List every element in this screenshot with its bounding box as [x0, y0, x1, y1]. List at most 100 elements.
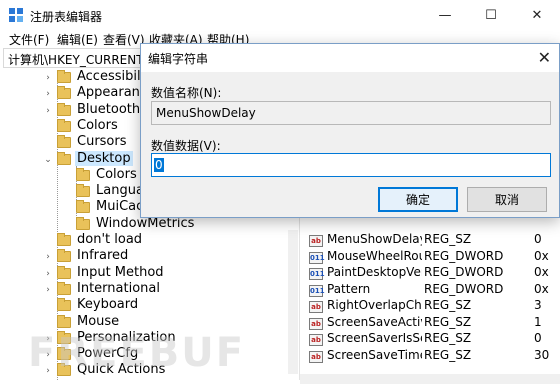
string-value-icon: ab: [309, 350, 323, 363]
binary-value-icon: 011: [309, 251, 325, 264]
close-icon: ✕: [531, 7, 543, 23]
folder-icon: [57, 118, 71, 132]
value-data: 0x: [534, 281, 549, 296]
string-value-icon: ab: [309, 301, 323, 313]
tree-item-label: Colors: [77, 117, 118, 133]
binary-value-icon: 011: [309, 268, 325, 280]
close-button[interactable]: ✕: [514, 0, 560, 30]
value-row[interactable]: 011 Pattern REG_DWORD 0x: [305, 281, 560, 299]
maximize-icon: ☐: [485, 7, 497, 23]
folder-icon: [76, 200, 90, 214]
dialog-title-bar[interactable]: 编辑字符串 ✕: [141, 44, 559, 72]
folder-icon: [57, 135, 71, 149]
watermark: FREEBUF: [28, 330, 246, 376]
value-type: REG_SZ: [424, 331, 472, 345]
folder-icon: [57, 249, 71, 263]
chevron-right-icon[interactable]: ›: [43, 70, 53, 86]
dialog-title: 编辑字符串: [148, 52, 209, 66]
folder-icon: [57, 70, 71, 83]
value-type: REG_SZ: [424, 298, 472, 312]
value-type: REG_DWORD: [424, 281, 504, 296]
chevron-right-icon[interactable]: ›: [43, 86, 53, 102]
folder-icon: [57, 298, 71, 312]
tree-item-label: International: [77, 280, 160, 296]
value-name: MenuShowDelay: [327, 232, 422, 246]
value-name: ScreenSaverIsSecure: [327, 331, 422, 345]
value-data: 0x: [534, 265, 549, 279]
value-type: REG_DWORD: [424, 265, 504, 279]
ok-button[interactable]: 确定: [378, 187, 458, 212]
value-name-field: MenuShowDelay: [151, 101, 551, 125]
value-name: ScreenSaveActive: [327, 314, 422, 329]
minimize-icon: —: [438, 7, 452, 23]
folder-icon: [57, 265, 71, 279]
value-name: PaintDesktopVersion: [327, 265, 422, 279]
chevron-right-icon[interactable]: ›: [43, 249, 53, 265]
folder-icon: [57, 281, 71, 295]
folder-icon: [57, 151, 71, 165]
value-row[interactable]: ab ScreenSaveTimeOutREG_SZ 30: [305, 347, 560, 365]
tree-vertical-scrollbar[interactable]: [288, 230, 298, 374]
tree-item-label: Infrared: [77, 248, 129, 264]
cancel-button[interactable]: 取消: [467, 187, 547, 212]
value-type: REG_SZ: [424, 232, 472, 246]
value-type: REG_DWORD: [424, 248, 504, 263]
title-bar[interactable]: 注册表编辑器 — ☐ ✕: [0, 0, 560, 30]
tree-item-label: Keyboard: [77, 297, 139, 313]
edit-string-dialog: 编辑字符串 ✕ 数值名称(N): MenuShowDelay 数值数据(V): …: [140, 43, 560, 218]
value-data: 0: [534, 232, 542, 246]
value-row[interactable]: ab RightOverlapCharsREG_SZ 3: [305, 298, 560, 315]
value-data: 30: [534, 347, 550, 362]
tree-item-label: Cursors: [77, 134, 127, 150]
folder-icon: [57, 314, 71, 328]
tree-item-label: Colors: [96, 166, 137, 182]
value-row[interactable]: 011PaintDesktopVersionREG_DWORD 0x: [305, 265, 560, 282]
value-data-text: 0: [154, 158, 164, 172]
value-name: RightOverlapChars: [327, 298, 422, 312]
values-list: abMenuShowDelayREG_SZ0011MouseWheelRouti…: [305, 215, 560, 380]
window-title: 注册表编辑器: [30, 10, 103, 24]
value-name: Pattern: [327, 281, 371, 296]
chevron-right-icon[interactable]: ›: [43, 266, 53, 282]
value-data: 0x: [534, 248, 549, 263]
folder-icon: [57, 102, 71, 116]
value-data: 1: [534, 314, 542, 329]
chevron-down-icon[interactable]: ⌄: [43, 152, 53, 168]
value-data: 3: [534, 298, 542, 312]
value-row[interactable]: ab ScreenSaveActiveREG_SZ 1: [305, 314, 560, 332]
tree-item-label: Bluetooth: [77, 101, 141, 117]
values-horizontal-scrollbar[interactable]: [300, 374, 560, 384]
value-row[interactable]: ab ScreenSaverIsSecureREG_SZ 0: [305, 331, 560, 348]
value-data: 0: [534, 331, 542, 345]
menu-file[interactable]: 文件(F): [9, 31, 49, 48]
folder-icon: [76, 167, 90, 181]
string-value-icon: ab: [309, 334, 323, 346]
chevron-right-icon[interactable]: ›: [43, 103, 53, 119]
regedit-app-icon: [9, 8, 23, 22]
string-value-icon: ab: [309, 317, 323, 330]
close-icon[interactable]: ✕: [538, 48, 551, 67]
folder-icon: [57, 233, 71, 246]
value-name-text: MenuShowDelay: [156, 106, 256, 120]
value-name: ScreenSaveTimeOut: [327, 347, 422, 362]
folder-icon: [76, 216, 90, 230]
tree-item-label: Input Method: [77, 264, 164, 280]
value-type: REG_SZ: [424, 314, 472, 329]
value-type: REG_SZ: [424, 347, 472, 362]
value-data-input[interactable]: 0: [151, 153, 551, 177]
folder-icon: [57, 86, 71, 100]
tree-item-label: don't load: [77, 232, 143, 247]
menu-edit[interactable]: 编辑(E): [57, 31, 98, 48]
chevron-right-icon[interactable]: ›: [43, 282, 53, 298]
value-data-label: 数值数据(V):: [151, 139, 221, 153]
value-row[interactable]: 011MouseWheelRoutingREG_DWORD 0x: [305, 248, 560, 266]
maximize-button[interactable]: ☐: [468, 0, 514, 30]
value-name: MouseWheelRouting: [327, 248, 422, 263]
tree-item-label: Desktop: [75, 150, 133, 166]
value-row[interactable]: ab MenuShowDelay REG_SZ 0: [305, 232, 560, 249]
folder-icon: [76, 184, 90, 198]
string-value-icon: ab: [309, 235, 323, 247]
minimize-button[interactable]: —: [422, 0, 468, 30]
tree-item-label: Mouse: [77, 313, 120, 329]
menu-view[interactable]: 查看(V): [103, 31, 145, 48]
